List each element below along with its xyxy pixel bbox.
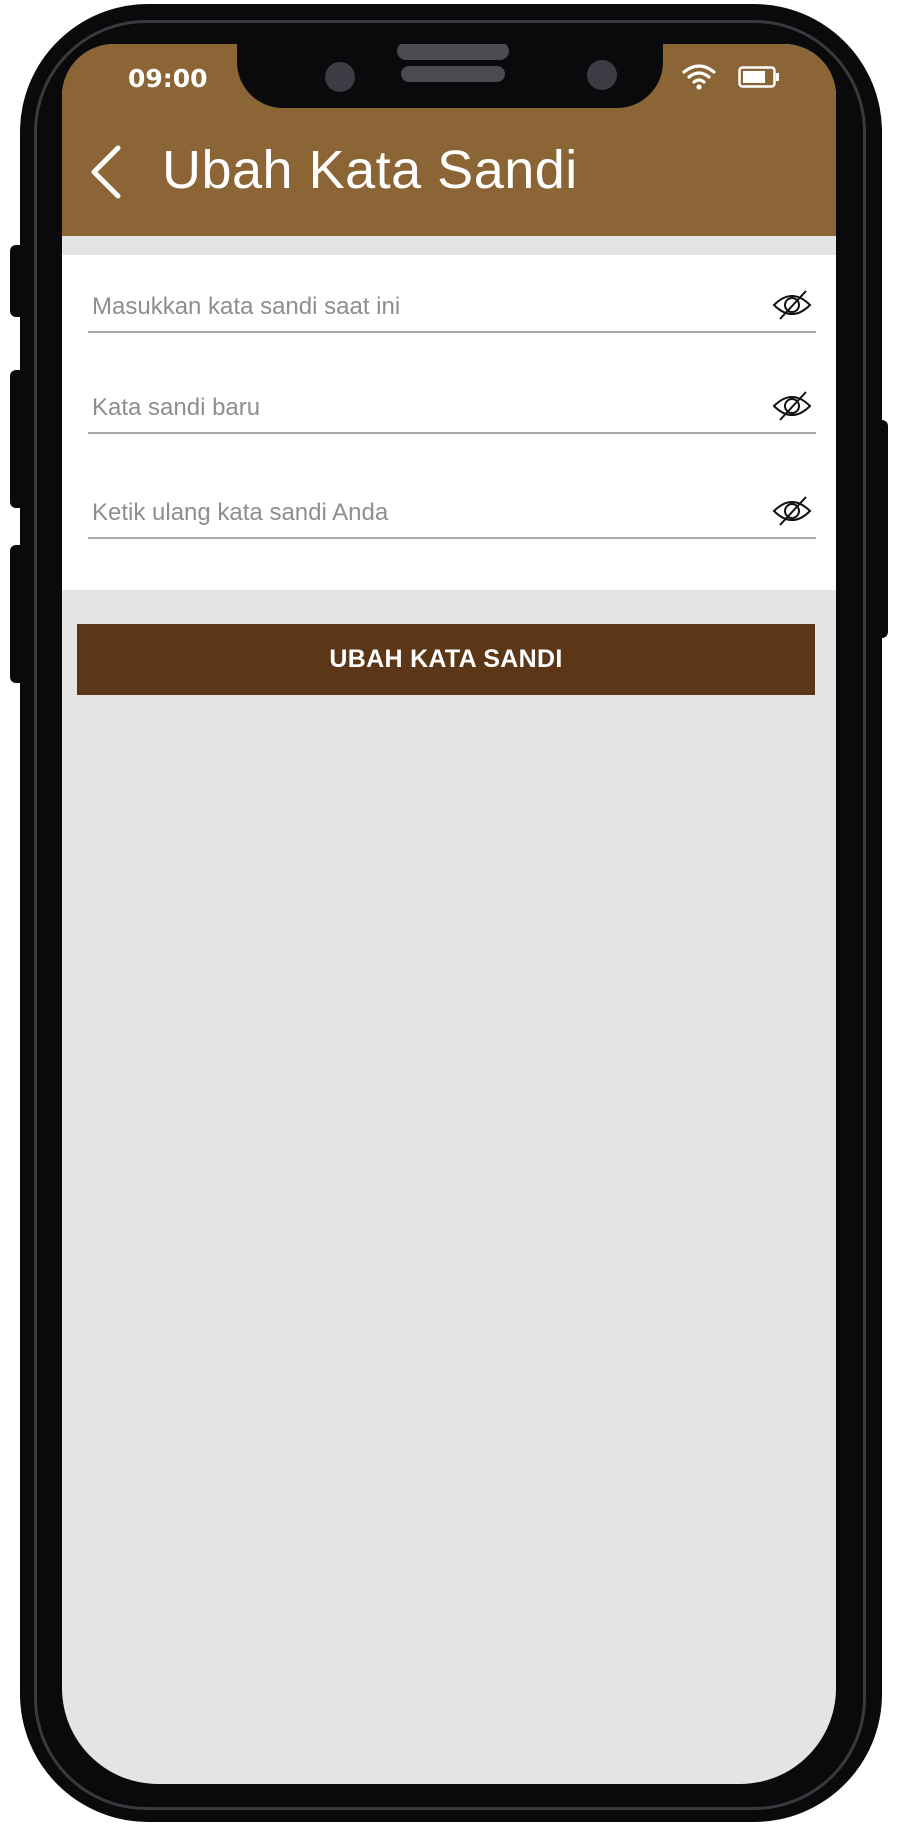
app-header: 09:00 Ubah Kata Sandi bbox=[62, 44, 836, 236]
password-form bbox=[62, 255, 836, 590]
speaker-grille-bottom bbox=[401, 66, 505, 82]
app-screen: 09:00 Ubah Kata Sandi UBAH KATA SANDI bbox=[62, 44, 836, 1784]
page-title: Ubah Kata Sandi bbox=[162, 140, 578, 200]
confirm-password-input[interactable] bbox=[88, 491, 752, 535]
battery-icon bbox=[738, 66, 779, 88]
camera-notch bbox=[237, 44, 663, 108]
wifi-icon bbox=[682, 64, 716, 90]
new-password-field bbox=[88, 386, 816, 434]
current-password-field bbox=[88, 285, 816, 333]
front-camera-left bbox=[325, 62, 355, 92]
power-button bbox=[870, 420, 888, 638]
eye-off-icon[interactable] bbox=[772, 495, 812, 527]
speaker-grille-top bbox=[397, 44, 509, 60]
volume-button-bottom bbox=[10, 545, 28, 683]
status-time: 09:00 bbox=[128, 64, 208, 93]
front-camera-right bbox=[587, 60, 617, 90]
new-password-input[interactable] bbox=[88, 386, 752, 430]
confirm-password-field bbox=[88, 491, 816, 539]
chevron-left-icon[interactable] bbox=[88, 144, 126, 200]
eye-off-icon[interactable] bbox=[772, 390, 812, 422]
change-password-button[interactable]: UBAH KATA SANDI bbox=[77, 624, 815, 695]
current-password-input[interactable] bbox=[88, 285, 752, 329]
volume-button-top bbox=[10, 245, 28, 317]
eye-off-icon[interactable] bbox=[772, 289, 812, 321]
volume-button-middle bbox=[10, 370, 28, 508]
